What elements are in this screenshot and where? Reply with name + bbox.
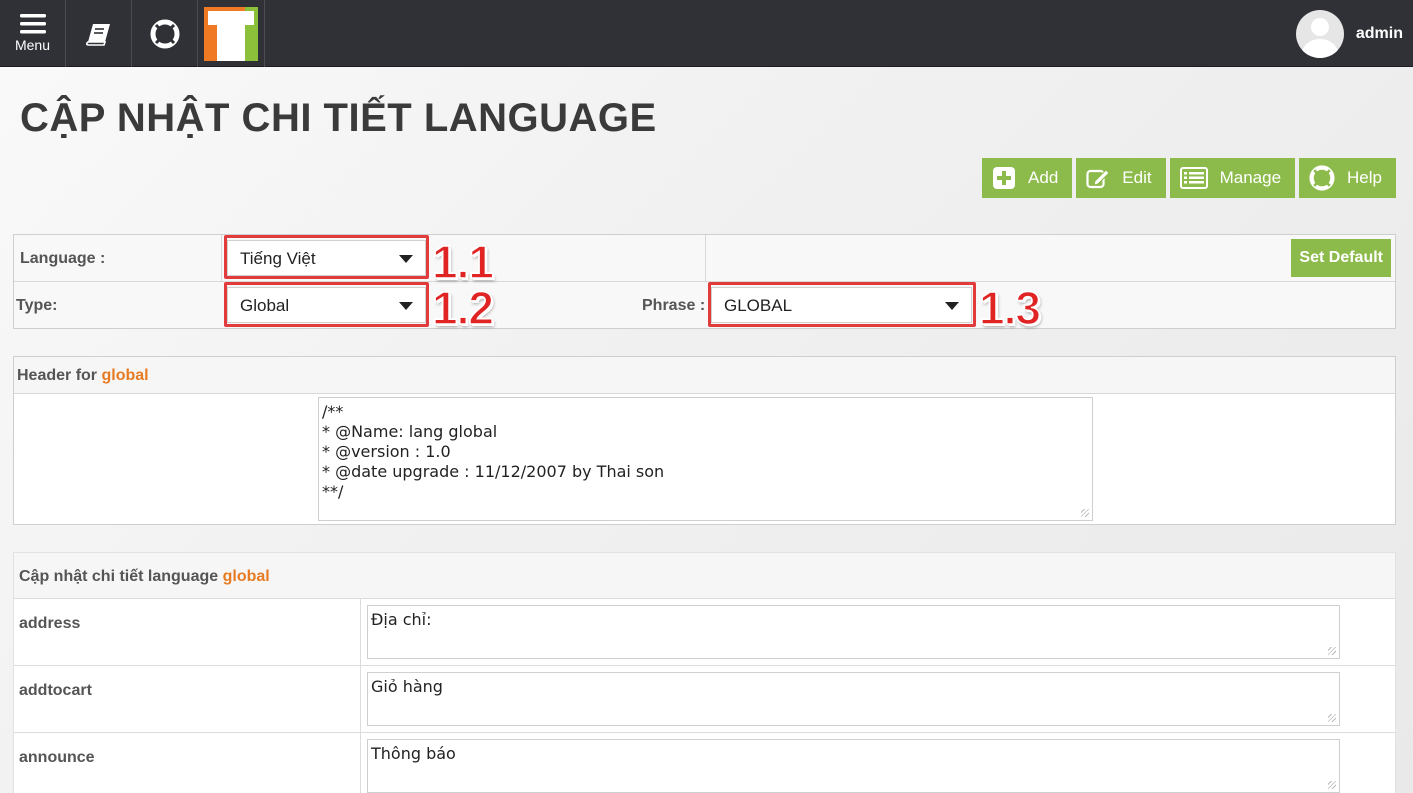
header-section-caption: Header for global (14, 357, 1395, 394)
set-default-button[interactable]: Set Default (1291, 239, 1391, 277)
table-row: announce Thông báo (14, 733, 1395, 793)
avatar (1295, 9, 1344, 58)
resize-grip-icon[interactable] (1328, 781, 1336, 789)
manage-button[interactable]: Manage (1169, 158, 1296, 198)
header-caption-text: Header for (17, 367, 98, 384)
language-detail-section: Cập nhật chi tiết language global addres… (13, 552, 1396, 793)
action-toolbar: Add Edit Manage Help (982, 158, 1396, 198)
manage-label: Manage (1219, 168, 1282, 187)
header-caption-highlight: global (101, 367, 149, 384)
filter-row-language: Language : Tiếng Việt 1.1 Set Default (14, 235, 1395, 289)
add-button[interactable]: Add (982, 158, 1073, 198)
detail-section-caption: Cập nhật chi tiết language global (14, 553, 1395, 599)
top-bar: Menu admin (0, 0, 1413, 67)
brand-logo-link[interactable] (198, 0, 265, 67)
page-title: CẬP NHẬT CHI TIẾT LANGUAGE (20, 96, 657, 140)
table-row: address Địa chỉ: (14, 599, 1395, 666)
edit-button[interactable]: Edit (1076, 158, 1166, 198)
plus-icon (993, 167, 1016, 189)
brand-logo (204, 6, 258, 61)
header-section: Header for global /** * @Name: lang glob… (13, 356, 1396, 525)
table-row: addtocart Giỏ hàng (14, 666, 1395, 733)
support-button[interactable] (132, 0, 198, 67)
menu-button[interactable]: Menu (0, 0, 66, 67)
language-filter-table: Language : Tiếng Việt 1.1 Set Default Ty… (13, 234, 1396, 335)
phrase-key: addtocart (19, 682, 92, 699)
detail-caption-text: Cập nhật chi tiết language (19, 568, 219, 585)
lifebuoy-icon (1309, 165, 1335, 191)
help-label: Help (1347, 168, 1382, 187)
menu-label: Menu (14, 37, 51, 53)
user-menu[interactable]: admin (1295, 0, 1403, 67)
docs-button[interactable] (66, 0, 132, 67)
type-label: Type: (16, 297, 58, 314)
filter-row-type: Type: Global 1.2 Phrase : GLOBAL 1.3 (14, 281, 1395, 335)
user-name: admin (1355, 24, 1403, 42)
book-icon (85, 23, 110, 46)
annotation-box-1-3 (708, 282, 976, 327)
annotation-box-1-2 (224, 282, 429, 327)
edit-label: Edit (1122, 168, 1152, 187)
phrase-label: Phrase : (642, 297, 706, 314)
detail-caption-highlight: global (222, 568, 270, 585)
resize-grip-icon[interactable] (1328, 714, 1336, 722)
header-textarea[interactable]: /** * @Name: lang global * @version : 1.… (318, 397, 1093, 521)
add-label: Add (1028, 168, 1059, 187)
annotation-box-1-1 (224, 235, 429, 279)
lifebuoy-icon (150, 19, 179, 48)
phrase-key: announce (19, 749, 95, 766)
phrase-value-input[interactable]: Giỏ hàng (367, 672, 1340, 726)
annotation-label-1-2: 1.2 (431, 281, 494, 335)
edit-icon (1086, 169, 1111, 189)
phrase-key: address (19, 615, 81, 632)
help-button[interactable]: Help (1299, 158, 1396, 198)
hamburger-icon (19, 14, 46, 34)
resize-grip-icon[interactable] (1081, 509, 1089, 517)
phrase-value-input[interactable]: Địa chỉ: (367, 605, 1340, 659)
list-icon (1179, 167, 1208, 189)
phrase-value-input[interactable]: Thông báo (367, 739, 1340, 793)
resize-grip-icon[interactable] (1328, 647, 1336, 655)
annotation-label-1-3: 1.3 (978, 281, 1041, 335)
language-label: Language : (20, 250, 106, 267)
